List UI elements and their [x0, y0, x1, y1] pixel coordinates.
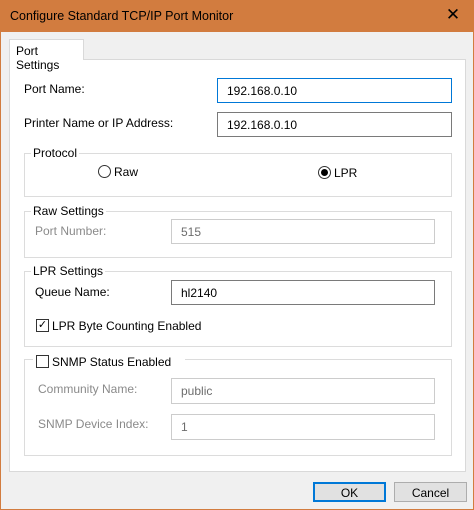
lpr-radio[interactable]: [318, 166, 331, 179]
tab-port-settings[interactable]: Port Settings: [9, 39, 84, 72]
community-name-input[interactable]: public: [171, 378, 435, 404]
printer-address-label: Printer Name or IP Address:: [24, 116, 174, 130]
port-name-label: Port Name:: [24, 82, 85, 96]
snmp-group: [24, 359, 452, 456]
protocol-legend: Protocol: [31, 146, 80, 160]
snmp-enabled-checkbox[interactable]: [36, 355, 49, 368]
snmp-enabled-label[interactable]: SNMP Status Enabled: [52, 355, 171, 369]
close-icon[interactable]: ✕: [441, 5, 465, 25]
queue-name-input[interactable]: hl2140: [171, 280, 435, 305]
lpr-byte-counting-checkbox[interactable]: ✓: [36, 319, 49, 332]
raw-radio-label[interactable]: Raw: [114, 165, 138, 179]
ok-button[interactable]: OK: [313, 482, 386, 502]
printer-address-input[interactable]: 192.168.0.10: [217, 112, 452, 137]
community-name-label: Community Name:: [38, 382, 138, 396]
queue-name-label: Queue Name:: [35, 285, 110, 299]
lpr-settings-legend: LPR Settings: [31, 264, 106, 278]
port-name-input[interactable]: 192.168.0.10: [217, 78, 452, 103]
window-title: Configure Standard TCP/IP Port Monitor: [10, 9, 234, 23]
raw-radio[interactable]: [98, 165, 111, 178]
raw-settings-legend: Raw Settings: [31, 204, 106, 218]
cancel-button[interactable]: Cancel: [394, 482, 467, 502]
snmp-device-index-label: SNMP Device Index:: [38, 417, 149, 431]
port-number-input[interactable]: 515: [171, 219, 435, 244]
snmp-device-index-input[interactable]: 1: [171, 414, 435, 440]
dialog-window: Configure Standard TCP/IP Port Monitor ✕…: [0, 0, 474, 510]
port-number-label: Port Number:: [35, 224, 107, 238]
lpr-byte-counting-label[interactable]: LPR Byte Counting Enabled: [52, 319, 201, 333]
protocol-group: [24, 153, 452, 197]
lpr-radio-label[interactable]: LPR: [334, 166, 357, 180]
title-bar: Configure Standard TCP/IP Port Monitor ✕: [1, 1, 473, 32]
